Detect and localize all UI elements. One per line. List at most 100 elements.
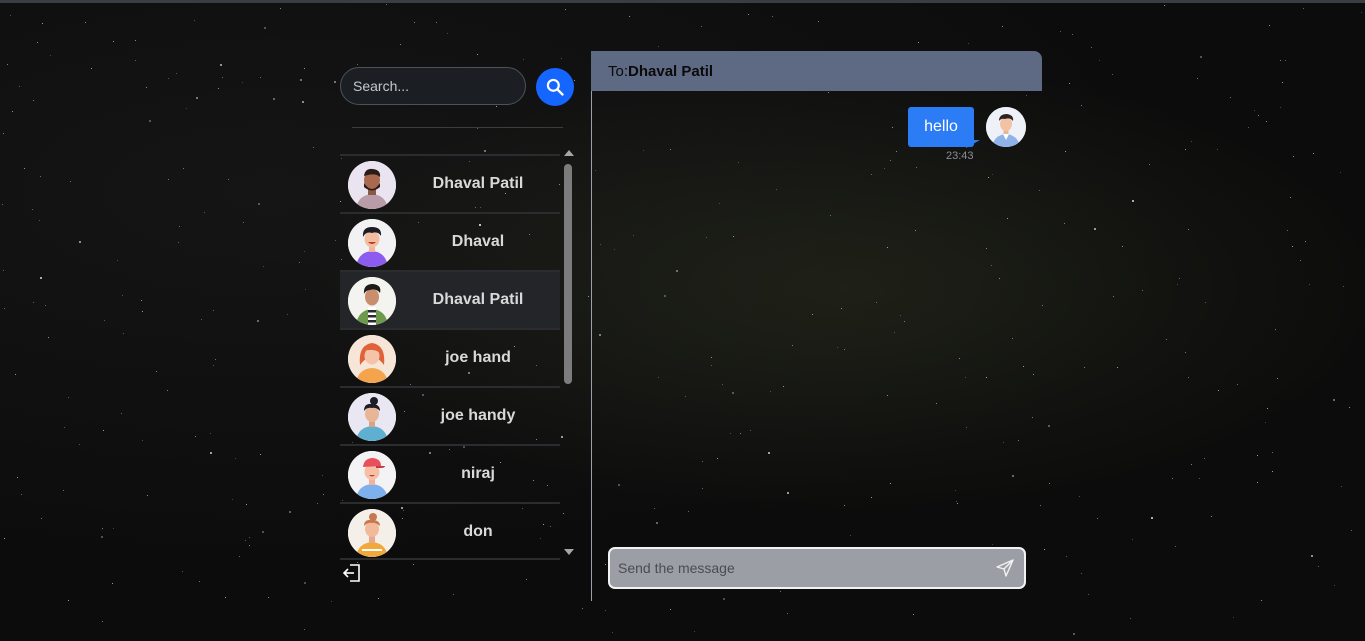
star: [32, 209, 33, 210]
star: [1088, 594, 1089, 595]
star: [1188, 377, 1189, 378]
logout-icon: [342, 564, 360, 582]
star: [210, 452, 212, 454]
star: [194, 20, 195, 21]
contact-item[interactable]: Dhaval Patil: [340, 154, 560, 212]
star: [629, 16, 630, 17]
star: [17, 477, 18, 478]
star: [70, 181, 71, 182]
star: [24, 168, 25, 169]
star: [201, 319, 202, 320]
star: [121, 413, 122, 414]
star: [45, 305, 46, 306]
star: [1069, 83, 1070, 84]
search-icon: [546, 78, 564, 96]
avatar: [348, 335, 396, 383]
star: [818, 21, 819, 22]
star: [135, 60, 136, 61]
star: [1132, 200, 1134, 202]
star: [1290, 197, 1291, 198]
search-input[interactable]: [340, 67, 526, 105]
sidebar-divider: [352, 127, 563, 128]
star: [182, 571, 183, 572]
logout-button[interactable]: [342, 563, 362, 583]
sender-avatar: [986, 107, 1026, 147]
star: [178, 242, 179, 243]
contact-item-active[interactable]: Dhaval Patil: [340, 270, 560, 328]
star: [1237, 384, 1238, 385]
star: [40, 176, 41, 177]
send-icon: [996, 559, 1014, 577]
star: [4, 538, 5, 539]
star: [565, 9, 566, 10]
star: [195, 436, 196, 437]
star: [1305, 241, 1306, 242]
send-button[interactable]: [994, 558, 1016, 580]
star: [1280, 107, 1281, 108]
avatar: [348, 393, 396, 441]
star: [1257, 482, 1258, 483]
contact-name: Dhaval Patil: [432, 291, 524, 308]
contact-list-scrollbar[interactable]: [562, 150, 574, 560]
star: [1084, 367, 1085, 368]
star: [317, 503, 318, 504]
star: [1191, 464, 1192, 465]
star: [1188, 229, 1189, 230]
contact-item[interactable]: Dhaval: [340, 212, 560, 270]
star: [1185, 149, 1186, 150]
contact-item[interactable]: joe handy: [340, 386, 560, 444]
star: [1218, 390, 1219, 391]
contact-item[interactable]: niraj: [340, 444, 560, 502]
star: [213, 310, 214, 311]
star: [1334, 585, 1335, 586]
star: [1211, 516, 1212, 517]
star: [400, 44, 401, 45]
star: [12, 111, 13, 112]
star: [1081, 573, 1082, 574]
contact-name: don: [463, 523, 493, 540]
message-input[interactable]: [618, 549, 978, 587]
star: [1318, 566, 1319, 567]
contact-item[interactable]: don: [340, 502, 560, 560]
star: [262, 531, 264, 533]
scroll-thumb[interactable]: [564, 164, 572, 384]
star: [772, 16, 773, 17]
star: [1272, 452, 1273, 453]
star: [1166, 339, 1167, 340]
star: [249, 545, 250, 546]
star: [243, 222, 244, 223]
star: [1200, 56, 1202, 58]
star: [1303, 8, 1304, 9]
avatar: [348, 509, 396, 557]
star: [146, 87, 147, 88]
star: [204, 212, 205, 213]
search-button[interactable]: [536, 68, 574, 106]
star: [199, 581, 200, 582]
to-label: To:: [608, 62, 629, 80]
star: [79, 444, 80, 445]
star: [561, 58, 562, 59]
star: [68, 600, 69, 601]
star: [1164, 5, 1165, 6]
star: [1361, 12, 1362, 13]
star: [1254, 110, 1255, 111]
star: [287, 314, 288, 315]
star: [42, 23, 43, 24]
star: [183, 168, 184, 169]
avatar: [348, 219, 396, 267]
scroll-down-arrow[interactable]: [564, 549, 574, 555]
star: [1258, 115, 1259, 116]
star: [220, 64, 222, 66]
star: [239, 556, 240, 557]
star: [40, 277, 42, 279]
star: [196, 97, 198, 99]
star: [1269, 25, 1270, 26]
star: [1287, 230, 1288, 231]
star: [1343, 286, 1344, 287]
contact-item[interactable]: joe hand: [340, 328, 560, 386]
star: [453, 594, 454, 595]
star: [1177, 284, 1178, 285]
message-composer: [608, 547, 1026, 589]
star: [304, 68, 305, 69]
scroll-up-arrow[interactable]: [564, 150, 574, 156]
